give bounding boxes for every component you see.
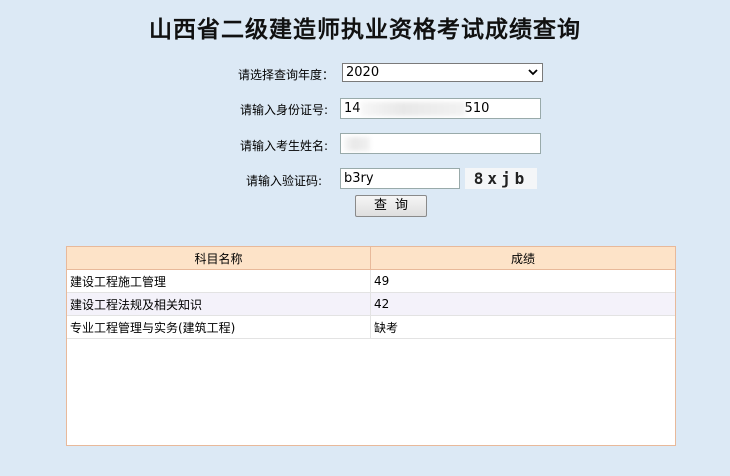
redacted-mask bbox=[360, 101, 465, 116]
year-select[interactable]: 2020 bbox=[342, 63, 543, 82]
year-select-value: 2020 bbox=[346, 65, 380, 80]
id-label: 请输入身份证号: bbox=[240, 103, 329, 117]
results-panel: 科目名称 成绩 建设工程施工管理 49 建设工程法规及相关知识 42 专业工程管… bbox=[66, 246, 676, 446]
captcha-input[interactable]: b3ry bbox=[340, 168, 460, 189]
score-cell: 42 bbox=[370, 292, 675, 316]
column-header-score: 成绩 bbox=[370, 247, 675, 270]
captcha-image[interactable]: 8xjb bbox=[465, 168, 537, 189]
page-title: 山西省二级建造师执业资格考试成绩查询 bbox=[149, 16, 581, 43]
captcha-label: 请输入验证码: bbox=[246, 174, 323, 188]
subject-cell: 建设工程法规及相关知识 bbox=[67, 292, 371, 316]
subject-cell: 专业工程管理与实务(建筑工程) bbox=[67, 315, 371, 339]
query-button[interactable]: 查询 bbox=[355, 195, 427, 217]
redacted-mask bbox=[344, 136, 370, 151]
subject-cell: 建设工程施工管理 bbox=[67, 269, 371, 293]
id-suffix: 510 bbox=[464, 101, 490, 116]
table-header-row: 科目名称 成绩 bbox=[67, 247, 675, 270]
id-number-field[interactable]: 14 510 bbox=[340, 98, 541, 119]
year-label: 请选择查询年度： bbox=[238, 68, 335, 82]
table-row: 专业工程管理与实务(建筑工程) 缺考 bbox=[67, 315, 675, 339]
score-cell: 缺考 bbox=[370, 315, 675, 339]
candidate-name-field[interactable] bbox=[340, 133, 541, 154]
column-header-subject: 科目名称 bbox=[67, 247, 371, 270]
name-label: 请输入考生姓名: bbox=[240, 139, 329, 153]
table-row: 建设工程施工管理 49 bbox=[67, 269, 675, 293]
chevron-down-icon bbox=[528, 69, 538, 76]
table-row: 建设工程法规及相关知识 42 bbox=[67, 292, 675, 316]
results-table: 科目名称 成绩 建设工程施工管理 49 建设工程法规及相关知识 42 专业工程管… bbox=[67, 247, 675, 339]
id-prefix: 14 bbox=[344, 101, 361, 116]
score-cell: 49 bbox=[370, 269, 675, 293]
